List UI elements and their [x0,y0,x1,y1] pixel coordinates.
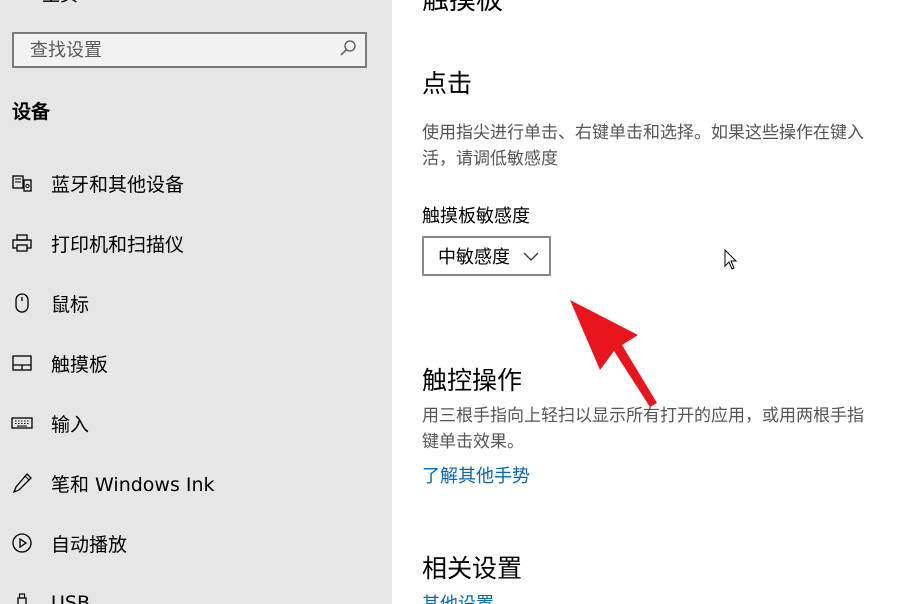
gestures-description-line2: 键单击效果。 [422,432,524,452]
sensitivity-value: 中敏感度 [438,247,510,268]
annotation-arrow-icon [560,295,670,414]
keyboard-icon [11,412,33,434]
touchpad-icon [11,352,33,374]
mouse-icon [11,292,33,314]
sidebar-item-label: 蓝牙和其他设备 [51,173,185,196]
page-title: 触摸板 [422,0,503,16]
sidebar-item-bluetooth[interactable]: 蓝牙和其他设备 [0,159,392,207]
sidebar: 主页 设备 蓝牙和其他设备 打印机和扫描仪 鼠标 触摸板 [0,0,392,604]
sidebar-item-label: 鼠标 [51,293,90,316]
bluetooth-devices-icon [11,172,33,194]
related-settings-heading: 相关设置 [422,554,523,583]
sidebar-item-mouse[interactable]: 鼠标 [0,279,392,327]
search-box[interactable] [12,32,367,68]
sidebar-item-label: 笔和 Windows Ink [51,473,215,496]
search-icon[interactable] [339,39,357,61]
chevron-down-icon [523,246,539,267]
home-icon [12,0,30,6]
usb-icon [11,592,33,604]
sidebar-item-home[interactable]: 主页 [12,0,78,6]
gestures-heading: 触控操作 [422,366,523,395]
sidebar-item-label: 自动播放 [51,533,128,556]
learn-more-gestures-link[interactable]: 了解其他手势 [422,462,530,488]
section-title: 设备 [12,101,51,123]
search-input[interactable] [28,38,332,62]
sensitivity-label: 触摸板敏感度 [422,206,530,227]
sidebar-item-pen[interactable]: 笔和 Windows Ink [0,459,392,507]
sidebar-item-label: 触摸板 [51,353,109,376]
sidebar-item-printers[interactable]: 打印机和扫描仪 [0,219,392,267]
sidebar-item-label: 主页 [42,0,78,7]
sidebar-item-label: 打印机和扫描仪 [51,233,185,256]
tap-description-line1: 使用指尖进行单击、右键单击和选择。如果这些操作在键入 [422,123,864,143]
sidebar-item-autoplay[interactable]: 自动播放 [0,519,392,567]
sidebar-item-label: USB [51,592,91,604]
tap-description-line2: 活，请调低敏感度 [422,149,558,169]
sidebar-item-label: 输入 [51,413,90,436]
sensitivity-dropdown[interactable]: 中敏感度 [422,236,551,276]
sidebar-item-typing[interactable]: 输入 [0,399,392,447]
mouse-cursor-icon [724,248,738,275]
printer-icon [11,232,33,254]
additional-settings-link[interactable]: 其他设置 [422,590,494,604]
pen-icon [11,472,33,494]
autoplay-icon [11,532,33,554]
sidebar-item-touchpad[interactable]: 触摸板 [0,339,392,387]
sidebar-item-usb[interactable]: USB [0,579,392,604]
tap-heading: 点击 [422,69,473,98]
